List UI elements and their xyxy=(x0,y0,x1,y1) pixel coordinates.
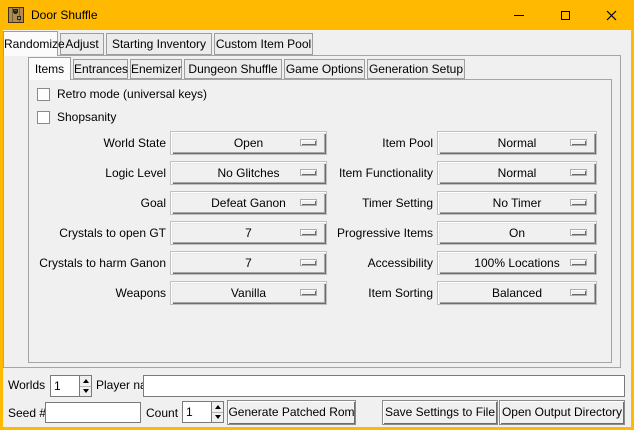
crystals-gt-value: 7 xyxy=(245,226,252,240)
logic-level-dropdown[interactable]: No Glitches xyxy=(170,161,327,185)
tab-custom-item-pool[interactable]: Custom Item Pool xyxy=(214,33,313,55)
count-spinner[interactable] xyxy=(182,401,224,423)
goal-value: Defeat Ganon xyxy=(211,196,286,210)
seed-label: Seed # xyxy=(8,403,46,424)
logic-level-label: Logic Level xyxy=(36,161,166,185)
accessibility-value: 100% Locations xyxy=(474,256,559,270)
open-output-directory-button[interactable]: Open Output Directory xyxy=(499,400,625,425)
spin-up-icon[interactable] xyxy=(80,376,91,387)
tab-game-options[interactable]: Game Options xyxy=(284,59,365,79)
timer-setting-dropdown[interactable]: No Timer xyxy=(437,191,597,215)
tab-adjust[interactable]: Adjust xyxy=(60,33,104,55)
world-state-value: Open xyxy=(234,136,263,150)
timer-setting-value: No Timer xyxy=(493,196,542,210)
save-settings-button[interactable]: Save Settings to File xyxy=(382,400,498,425)
crystals-ganon-value: 7 xyxy=(245,256,252,270)
count-spinner-arrows[interactable] xyxy=(211,402,223,422)
tab-enemizer[interactable]: Enemizer xyxy=(130,59,182,79)
weapons-dropdown[interactable]: Vanilla xyxy=(170,281,327,305)
item-functionality-dropdown[interactable]: Normal xyxy=(437,161,597,185)
progressive-items-value: On xyxy=(509,226,525,240)
timer-setting-label: Timer Setting xyxy=(320,191,433,215)
item-pool-value: Normal xyxy=(498,136,537,150)
worlds-label: Worlds xyxy=(8,375,45,396)
dropdown-indicator-icon xyxy=(300,229,317,236)
crystals-ganon-label: Crystals to harm Ganon xyxy=(36,251,166,275)
minimize-button[interactable] xyxy=(496,0,542,30)
crystals-gt-dropdown[interactable]: 7 xyxy=(170,221,327,245)
weapons-label: Weapons xyxy=(36,281,166,305)
count-input[interactable] xyxy=(183,402,211,422)
minimize-icon xyxy=(514,15,524,16)
item-pool-dropdown[interactable]: Normal xyxy=(437,131,597,155)
seed-input[interactable] xyxy=(45,402,141,423)
spin-up-icon[interactable] xyxy=(212,402,223,413)
progressive-items-dropdown[interactable]: On xyxy=(437,221,597,245)
dropdown-indicator-icon xyxy=(570,259,587,266)
item-functionality-value: Normal xyxy=(498,166,537,180)
close-icon xyxy=(606,10,617,21)
tab-entrances[interactable]: Entrances xyxy=(73,59,128,79)
spin-down-icon[interactable] xyxy=(212,413,223,423)
dropdown-indicator-icon xyxy=(300,139,317,146)
retro-mode-checkbox-box[interactable] xyxy=(37,88,50,101)
shopsanity-label: Shopsanity xyxy=(57,110,116,124)
dropdown-indicator-icon xyxy=(300,259,317,266)
item-pool-label: Item Pool xyxy=(320,131,433,155)
item-functionality-label: Item Functionality xyxy=(320,161,433,185)
dropdown-indicator-icon xyxy=(570,289,587,296)
shopsanity-checkbox-box[interactable] xyxy=(37,111,50,124)
accessibility-label: Accessibility xyxy=(320,251,433,275)
item-sorting-value: Balanced xyxy=(492,286,542,300)
tab-dungeon-shuffle[interactable]: Dungeon Shuffle xyxy=(184,59,282,79)
tab-generation-setup[interactable]: Generation Setup xyxy=(367,59,465,79)
player-names-input[interactable] xyxy=(143,375,625,397)
progressive-items-label: Progressive Items xyxy=(320,221,433,245)
world-state-dropdown[interactable]: Open xyxy=(170,131,327,155)
tab-randomize[interactable]: Randomize xyxy=(3,31,58,56)
dropdown-indicator-icon xyxy=(570,229,587,236)
dropdown-indicator-icon xyxy=(300,199,317,206)
count-label: Count xyxy=(146,403,178,424)
tab-items[interactable]: Items xyxy=(28,57,71,80)
goal-label: Goal xyxy=(36,191,166,215)
dropdown-indicator-icon xyxy=(300,289,317,296)
shopsanity-checkbox[interactable]: Shopsanity xyxy=(37,110,116,124)
maximize-icon xyxy=(561,11,570,20)
titlebar[interactable]: Door Shuffle xyxy=(0,0,634,30)
dropdown-indicator-icon xyxy=(300,169,317,176)
world-state-label: World State xyxy=(36,131,166,155)
item-sorting-label: Item Sorting xyxy=(320,281,433,305)
tab-starting-inventory[interactable]: Starting Inventory xyxy=(106,33,212,55)
worlds-spinner-arrows[interactable] xyxy=(79,376,91,396)
window-title: Door Shuffle xyxy=(31,0,98,30)
app-window: Door Shuffle Randomize Adjust Starting I… xyxy=(0,0,634,430)
worlds-input[interactable] xyxy=(51,376,79,396)
logic-level-value: No Glitches xyxy=(217,166,279,180)
generate-patched-rom-button[interactable]: Generate Patched Rom xyxy=(227,400,356,425)
retro-mode-label: Retro mode (universal keys) xyxy=(57,87,207,101)
crystals-ganon-dropdown[interactable]: 7 xyxy=(170,251,327,275)
dropdown-indicator-icon xyxy=(570,139,587,146)
goal-dropdown[interactable]: Defeat Ganon xyxy=(170,191,327,215)
dropdown-indicator-icon xyxy=(570,199,587,206)
weapons-value: Vanilla xyxy=(231,286,266,300)
dropdown-indicator-icon xyxy=(570,169,587,176)
accessibility-dropdown[interactable]: 100% Locations xyxy=(437,251,597,275)
door-icon xyxy=(8,7,24,23)
retro-mode-checkbox[interactable]: Retro mode (universal keys) xyxy=(37,87,207,101)
spin-down-icon[interactable] xyxy=(80,387,91,397)
crystals-gt-label: Crystals to open GT xyxy=(36,221,166,245)
maximize-button[interactable] xyxy=(542,0,588,30)
worlds-spinner[interactable] xyxy=(50,375,92,397)
item-sorting-dropdown[interactable]: Balanced xyxy=(437,281,597,305)
close-button[interactable] xyxy=(588,0,634,30)
